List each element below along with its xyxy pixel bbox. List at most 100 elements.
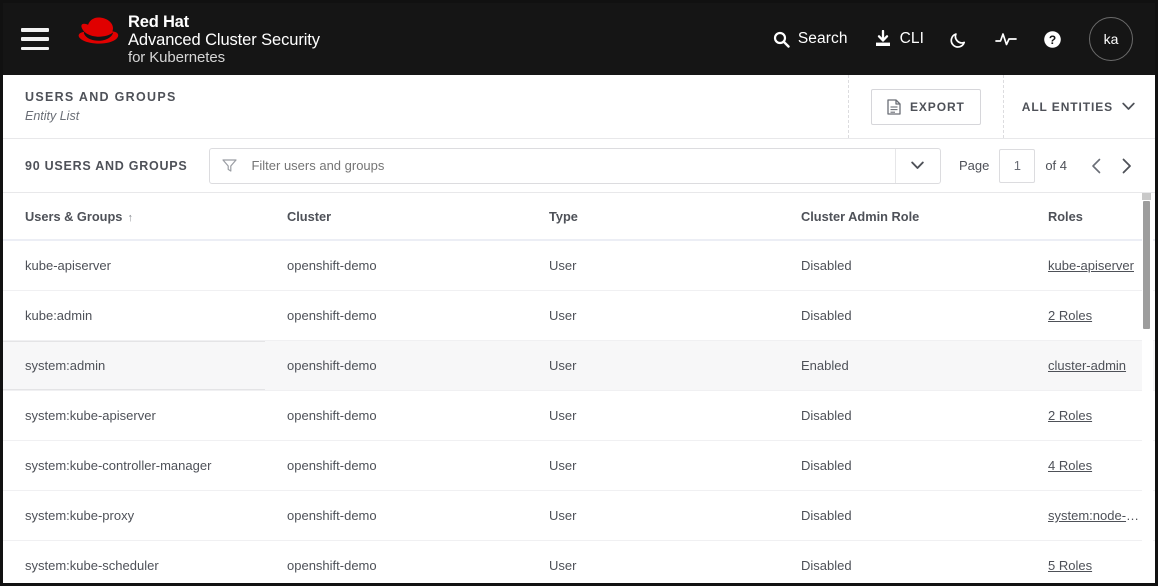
application-window: Red Hat Advanced Cluster Security for Ku… xyxy=(0,0,1158,586)
nav-theme-toggle-button[interactable] xyxy=(937,24,982,55)
cell-roles[interactable]: 4 Roles xyxy=(1026,440,1155,491)
avatar-initials: ka xyxy=(1103,31,1119,47)
cell-user-group-name: system:kube-proxy xyxy=(3,490,265,541)
table-row[interactable]: kube-apiserver openshift-demo User Disabled… xyxy=(3,240,1155,291)
pagination-page-value: 1 xyxy=(1013,158,1021,173)
column-header-roles[interactable]: Roles xyxy=(1026,193,1155,241)
nav-cluster-health-button[interactable] xyxy=(982,24,1030,54)
cli-download-icon xyxy=(875,30,890,46)
cell-user-group-name: system:kube-controller-manager xyxy=(3,440,265,491)
cell-roles[interactable]: 2 Roles xyxy=(1026,390,1155,441)
export-button-label: EXPORT xyxy=(910,99,965,114)
cell-roles[interactable]: 2 Roles xyxy=(1026,290,1155,341)
cell-roles[interactable]: system:node-proxier xyxy=(1026,490,1155,541)
column-label: Roles xyxy=(1048,209,1083,224)
user-avatar[interactable]: ka xyxy=(1089,17,1133,61)
roles-link[interactable]: system:node-proxier xyxy=(1048,508,1155,523)
export-button[interactable]: EXPORT xyxy=(871,88,981,125)
cell-cluster-admin-role: Disabled xyxy=(779,290,1026,341)
cell-user-group-name: system:kube-apiserver xyxy=(3,390,265,441)
cell-cluster-admin-role: Disabled xyxy=(779,490,1026,541)
chevron-left-icon xyxy=(1091,158,1100,173)
column-header-type[interactable]: Type xyxy=(527,193,779,241)
cell-cluster-admin-role: Disabled xyxy=(779,240,1026,291)
cell-type: User xyxy=(527,390,779,441)
filter-input[interactable] xyxy=(249,157,895,174)
table-row[interactable]: kube:admin openshift-demo User Disabled 2 Ro… xyxy=(3,290,1155,341)
cell-type: User xyxy=(527,440,779,491)
pagination-prev-button[interactable] xyxy=(1081,151,1111,181)
roles-link[interactable]: cluster-admin xyxy=(1048,358,1126,373)
column-label: Type xyxy=(549,209,578,224)
table-row[interactable]: system:kube-apiserver openshift-demo User D… xyxy=(3,390,1155,441)
pagination-next-button[interactable] xyxy=(1111,151,1141,181)
nav-search-button[interactable]: Search xyxy=(760,24,861,54)
cell-user-group-name: kube-apiserver xyxy=(3,240,265,291)
cell-type: User xyxy=(527,340,779,391)
red-hat-fedora-logo xyxy=(78,17,119,44)
column-header-cluster-admin-role[interactable]: Cluster Admin Role xyxy=(779,193,1026,241)
roles-link[interactable]: 2 Roles xyxy=(1048,308,1092,323)
page-header-titles: USERS AND GROUPS Entity List xyxy=(25,90,177,123)
cell-user-group-name: kube:admin xyxy=(3,290,265,341)
table-header-row: Users & Groups ↑ Cluster Type Cluster Adm… xyxy=(3,193,1155,241)
entity-count-label: 90 USERS AND GROUPS xyxy=(25,158,188,173)
cell-type: User xyxy=(527,290,779,341)
roles-link[interactable]: 4 Roles xyxy=(1048,458,1092,473)
page-subtitle: Entity List xyxy=(25,109,80,123)
cell-cluster: openshift-demo xyxy=(265,240,527,291)
table-body: kube-apiserver openshift-demo User Disabled… xyxy=(3,240,1155,583)
page-header: USERS AND GROUPS Entity List EXPORT ALL … xyxy=(3,75,1155,139)
table-vertical-scrollbar-thumb[interactable] xyxy=(1143,201,1150,329)
nav-cli-button[interactable]: CLI xyxy=(861,24,937,54)
roles-link[interactable]: kube-apiserver xyxy=(1048,258,1134,273)
cell-cluster-admin-role: Enabled xyxy=(779,340,1026,391)
chevron-down-icon xyxy=(1122,102,1135,110)
nav-help-button[interactable]: ? xyxy=(1030,24,1075,55)
pagination-page-input[interactable]: 1 xyxy=(999,148,1036,183)
svg-text:?: ? xyxy=(1049,33,1056,47)
help-circle-icon: ? xyxy=(1044,30,1061,48)
column-label: Cluster xyxy=(287,209,332,224)
cell-roles[interactable]: kube-apiserver xyxy=(1026,240,1155,291)
roles-link[interactable]: 5 Roles xyxy=(1048,558,1092,573)
users-and-groups-table: Users & Groups ↑ Cluster Type Cluster Adm… xyxy=(3,193,1155,583)
sort-ascending-icon: ↑ xyxy=(127,212,133,224)
column-header-users-groups[interactable]: Users & Groups ↑ xyxy=(3,193,265,241)
moon-icon xyxy=(950,32,966,48)
hamburger-menu-icon[interactable] xyxy=(21,28,49,50)
table-row[interactable]: system:kube-scheduler openshift-demo User D… xyxy=(3,540,1155,583)
page-title: USERS AND GROUPS xyxy=(25,90,177,104)
table-row[interactable]: system:kube-proxy openshift-demo User Disab… xyxy=(3,490,1155,541)
cell-roles[interactable]: cluster-admin xyxy=(1026,340,1155,391)
filter-input-group[interactable] xyxy=(209,147,941,184)
column-label: Cluster Admin Role xyxy=(801,209,920,224)
column-label: Users & Groups xyxy=(25,209,123,224)
page-header-actions: EXPORT ALL ENTITIES xyxy=(848,75,1155,138)
cell-cluster: openshift-demo xyxy=(265,290,527,341)
document-export-icon xyxy=(887,98,901,115)
cell-user-group-name: system:kube-scheduler xyxy=(3,540,265,583)
table-row[interactable]: system:admin openshift-demo User Enabled clu… xyxy=(3,340,1155,391)
roles-link[interactable]: 2 Roles xyxy=(1048,408,1092,423)
column-header-cluster[interactable]: Cluster xyxy=(265,193,527,241)
cell-cluster-admin-role: Disabled xyxy=(779,540,1026,583)
pagination-page-label: Page xyxy=(958,158,990,173)
cell-roles[interactable]: 5 Roles xyxy=(1026,540,1155,583)
pagination-total-label: of 4 xyxy=(1045,158,1067,173)
table-row[interactable]: system:kube-controller-manager openshift-… xyxy=(3,440,1155,491)
cell-cluster: openshift-demo xyxy=(265,390,527,441)
brand-logo-block[interactable]: Red Hat Advanced Cluster Security for Ku… xyxy=(75,12,320,67)
brand-text: Red Hat Advanced Cluster Security for Ku… xyxy=(128,12,320,67)
entities-dropdown[interactable]: ALL ENTITIES xyxy=(1002,75,1155,138)
filter-dropdown-toggle[interactable] xyxy=(894,148,940,183)
cell-cluster-admin-role: Disabled xyxy=(779,390,1026,441)
filter-toolbar: 90 USERS AND GROUPS Page 1 of 4 xyxy=(3,139,1155,193)
nav-cli-label: CLI xyxy=(899,30,924,47)
brand-company: Red Hat xyxy=(128,12,189,31)
cell-cluster: openshift-demo xyxy=(265,490,527,541)
table-vertical-scrollbar-track[interactable] xyxy=(1142,193,1153,583)
cell-type: User xyxy=(527,490,779,541)
export-section: EXPORT xyxy=(848,75,1003,138)
scrollbar-top-cap xyxy=(1142,193,1151,200)
